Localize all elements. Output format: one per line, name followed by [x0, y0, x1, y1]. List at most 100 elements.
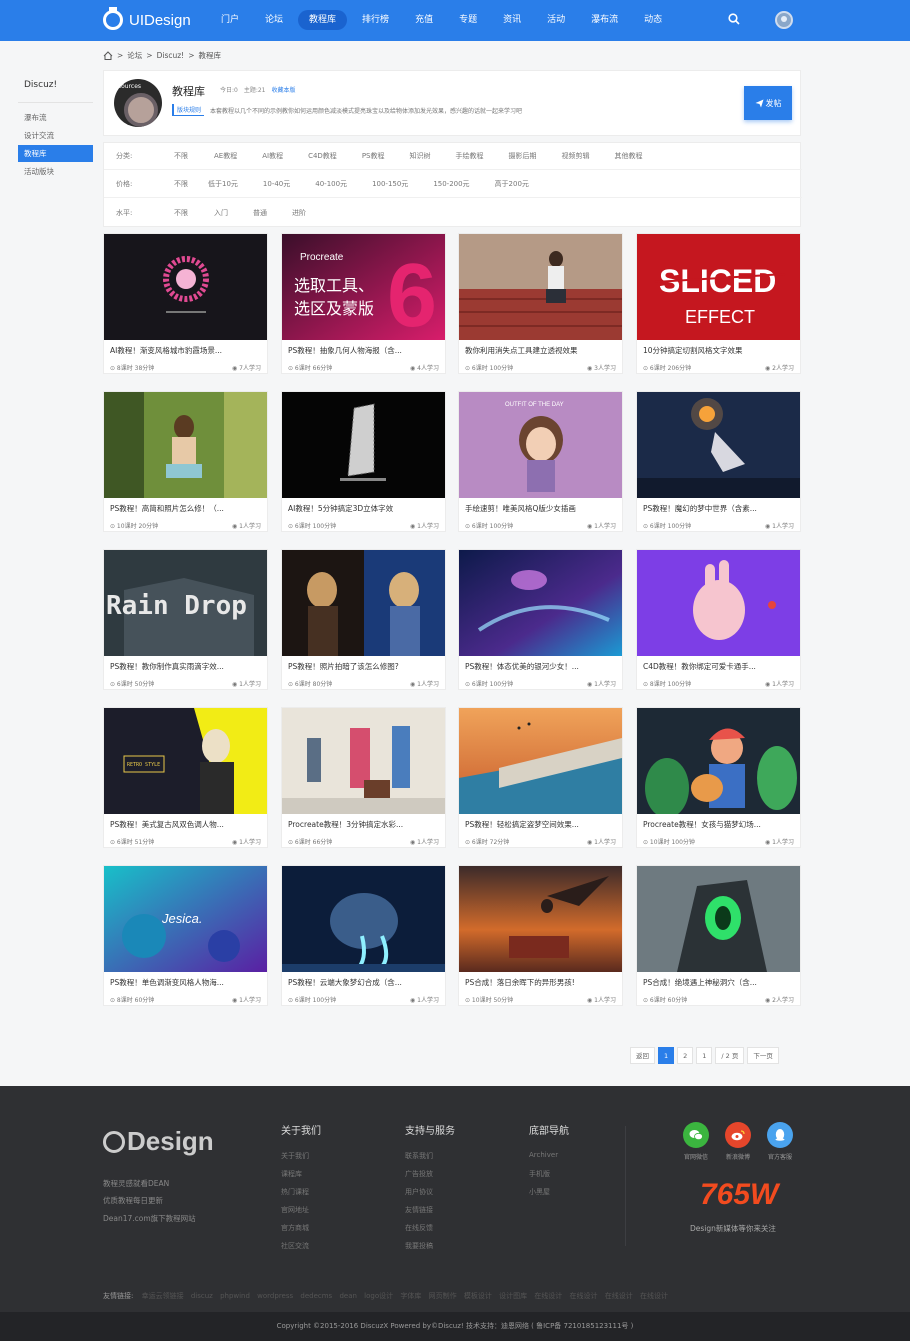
friend-link[interactable]: logo设计 — [364, 1292, 393, 1300]
filter-option[interactable]: 视频剪辑 — [561, 151, 589, 161]
course-card[interactable]: PS教程！轻松搞定盗梦空间效果... ⊙ 6课时 72分钟 ◉ 1人学习 — [458, 707, 623, 848]
filter-option[interactable]: 摄影后期 — [508, 151, 536, 161]
footer-link[interactable]: 官网地址 — [281, 1205, 321, 1223]
filter-option[interactable]: 手绘教程 — [455, 151, 483, 161]
breadcrumb-item[interactable]: 论坛 — [127, 50, 142, 61]
footer-link[interactable]: 我要投稿 — [405, 1241, 455, 1259]
friend-link[interactable]: dean — [339, 1292, 356, 1300]
friend-link[interactable]: wordpress — [257, 1292, 293, 1300]
course-card[interactable]: 6 Procreate 选取工具、 选区及蒙版 PS教程！抽象几何人物海报（含... … — [281, 233, 446, 374]
course-card[interactable]: PS教程！体态优美的银河少女！... ⊙ 6课时 100分钟 ◉ 1人学习 — [458, 549, 623, 690]
friend-link[interactable]: 在线设计 — [605, 1292, 633, 1300]
nav-item[interactable]: 论坛 — [254, 10, 294, 30]
sidebar-item[interactable]: 瀑布流 — [18, 109, 93, 126]
course-card[interactable]: PS教程！云端大象梦幻合成（含... ⊙ 6课时 100分钟 ◉ 1人学习 — [281, 865, 446, 1006]
prev-page-button[interactable]: 返回 — [630, 1047, 655, 1064]
filter-option[interactable]: PS教程 — [362, 151, 385, 161]
course-card[interactable]: PS教程！魔幻的梦中世界（含素... ⊙ 6课时 100分钟 ◉ 1人学习 — [636, 391, 801, 532]
footer-link[interactable]: 用户协议 — [405, 1187, 455, 1205]
footer-link[interactable]: 热门课程 — [281, 1187, 321, 1205]
nav-item[interactable]: 充值 — [404, 10, 444, 30]
filter-option[interactable]: 其他教程 — [614, 151, 642, 161]
home-icon[interactable] — [103, 51, 113, 60]
course-title[interactable]: PS教程！美式复古风双色调人物... — [110, 819, 262, 830]
footer-link[interactable]: Archiver — [529, 1151, 569, 1169]
friend-link[interactable]: 幸运云领链接 — [142, 1292, 184, 1300]
footer-link[interactable]: 手机版 — [529, 1169, 569, 1187]
filter-option[interactable]: AE教程 — [214, 151, 237, 161]
footer-link[interactable]: 社区交流 — [281, 1241, 321, 1259]
nav-item[interactable]: 瀑布流 — [580, 10, 629, 30]
footer-link[interactable]: 课程库 — [281, 1169, 321, 1187]
course-title[interactable]: PS合成！落日余晖下的异形男孩! — [465, 977, 617, 988]
filter-option[interactable]: 100-150元 — [372, 179, 408, 189]
course-card[interactable]: AI教程！5分钟搞定3D立体字效 ⊙ 6课时 100分钟 ◉ 1人学习 — [281, 391, 446, 532]
weibo-link[interactable]: 新浪微博 — [723, 1122, 753, 1161]
friend-link[interactable]: 在线设计 — [640, 1292, 668, 1300]
nav-item-active[interactable]: 教程库 — [298, 10, 348, 30]
footer-link[interactable]: 小黑屋 — [529, 1187, 569, 1205]
course-title[interactable]: Procreate教程！3分钟搞定水彩... — [288, 819, 440, 830]
filter-option[interactable]: 知识树 — [409, 151, 430, 161]
filter-option[interactable]: AI教程 — [262, 151, 283, 161]
friend-link[interactable]: discuz — [191, 1292, 213, 1300]
course-title[interactable]: 手绘速剪！唯美风格Q版少女插画 — [465, 503, 617, 514]
course-card[interactable]: PS合成！绝境遇上神秘洞穴（含... ⊙ 6课时 60分钟 ◉ 2人学习 — [636, 865, 801, 1006]
sidebar-item-active[interactable]: 教程库 — [18, 145, 93, 162]
course-title[interactable]: C4D教程！教你绑定可爱卡通手... — [643, 661, 795, 672]
friend-link[interactable]: dedecms — [300, 1292, 332, 1300]
course-title[interactable]: PS合成！绝境遇上神秘洞穴（含... — [643, 977, 795, 988]
course-title[interactable]: PS教程！照片拍暗了该怎么修图? — [288, 661, 440, 672]
user-avatar[interactable] — [775, 11, 793, 29]
course-card[interactable]: AI教程！渐变风格城市豹霞场景... ⊙ 8课时 38分钟 ◉ 7人学习 — [103, 233, 268, 374]
course-title[interactable]: Procreate教程！女孩与猫梦幻场... — [643, 819, 795, 830]
site-logo[interactable]: UIDesign — [103, 7, 191, 32]
course-title[interactable]: 10分钟搞定切割风格文字效果 — [643, 345, 795, 356]
course-card[interactable]: PS教程！高简和照片怎么修！（... ⊙ 10课时 20分钟 ◉ 1人学习 — [103, 391, 268, 532]
course-title[interactable]: PS教程！单色调渐变风格人物海... — [110, 977, 262, 988]
sidebar-item[interactable]: 活动版块 — [18, 163, 93, 180]
course-card[interactable]: RETRO STYLE PS教程！美式复古风双色调人物... ⊙ 6课时 51分… — [103, 707, 268, 848]
course-card[interactable]: Procreate教程！3分钟搞定水彩... ⊙ 6课时 66分钟 ◉ 1人学习 — [281, 707, 446, 848]
filter-option[interactable]: 普通 — [253, 208, 267, 218]
course-card[interactable]: Jesica. PS教程！单色调渐变风格人物海... ⊙ 8课时 60分钟 ◉ … — [103, 865, 268, 1006]
course-card[interactable]: OUTFIT OF THE DAY 手绘速剪！唯美风格Q版少女插画 ⊙ 6课时 … — [458, 391, 623, 532]
friend-link[interactable]: 在线设计 — [570, 1292, 598, 1300]
course-title[interactable]: PS教程！云端大象梦幻合成（含... — [288, 977, 440, 988]
friend-link[interactable]: 网页制作 — [429, 1292, 457, 1300]
footer-link[interactable]: 在线反馈 — [405, 1223, 455, 1241]
nav-item[interactable]: 动态 — [633, 10, 673, 30]
footer-link[interactable]: 关于我们 — [281, 1151, 321, 1169]
friend-link[interactable]: 模板设计 — [464, 1292, 492, 1300]
course-title[interactable]: AI教程！5分钟搞定3D立体字效 — [288, 503, 440, 514]
nav-item[interactable]: 专题 — [448, 10, 488, 30]
course-card[interactable]: C4D教程！教你绑定可爱卡通手... ⊙ 8课时 100分钟 ◉ 1人学习 — [636, 549, 801, 690]
filter-option[interactable]: 低于10元 — [208, 179, 238, 189]
nav-item[interactable]: 活动 — [536, 10, 576, 30]
customer-service-link[interactable]: 官方客服 — [765, 1122, 795, 1161]
footer-link[interactable]: 官方商城 — [281, 1223, 321, 1241]
next-page-button[interactable]: 下一页 — [747, 1047, 779, 1064]
post-button[interactable]: 发帖 — [744, 86, 792, 120]
sidebar-item[interactable]: 设计交流 — [18, 127, 93, 144]
filter-option[interactable]: 10-40元 — [263, 179, 290, 189]
filter-option[interactable]: 40-100元 — [315, 179, 347, 189]
course-title[interactable]: PS教程！体态优美的银河少女！... — [465, 661, 617, 672]
course-title[interactable]: PS教程！高简和照片怎么修！（... — [110, 503, 262, 514]
friend-link[interactable]: 字体库 — [400, 1292, 421, 1300]
friend-link[interactable]: phpwind — [220, 1292, 250, 1300]
filter-option[interactable]: 入门 — [214, 208, 228, 218]
footer-link[interactable]: 广告投放 — [405, 1169, 455, 1187]
filter-option[interactable]: 不限 — [174, 208, 188, 218]
page-number[interactable]: 2 — [677, 1047, 694, 1064]
filter-option[interactable]: 不限 — [174, 179, 188, 189]
filter-option[interactable]: 高于200元 — [495, 179, 529, 189]
page-jump-input[interactable]: 1 — [696, 1047, 713, 1064]
course-title[interactable]: 教你利用消失点工具建立透视效果 — [465, 345, 617, 356]
page-number-current[interactable]: 1 — [658, 1047, 675, 1064]
favorite-link[interactable]: 收藏本版 — [272, 85, 296, 94]
breadcrumb-item[interactable]: Discuz! — [157, 51, 185, 60]
footer-link[interactable]: 友情链接 — [405, 1205, 455, 1223]
course-title[interactable]: PS教程！轻松搞定盗梦空间效果... — [465, 819, 617, 830]
course-card[interactable]: PS教程！照片拍暗了该怎么修图? ⊙ 6课时 80分钟 ◉ 1人学习 — [281, 549, 446, 690]
